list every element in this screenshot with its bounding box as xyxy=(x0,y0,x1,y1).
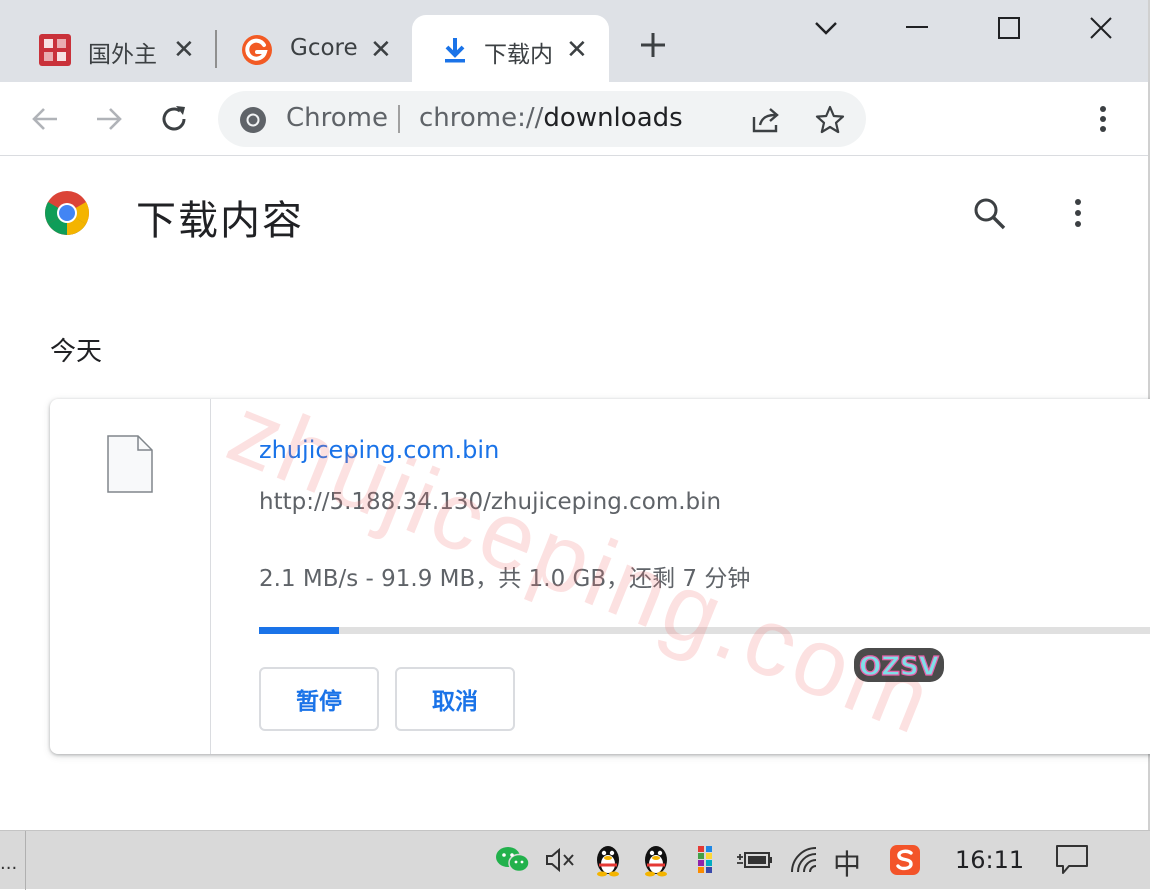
badge-text: OZSV xyxy=(859,652,939,682)
wechat-icon[interactable] xyxy=(495,843,531,877)
cancel-button[interactable]: 取消 xyxy=(395,667,515,731)
card-divider xyxy=(210,399,211,754)
window-close-icon[interactable] xyxy=(1089,16,1113,47)
url-text[interactable]: chrome://downloads xyxy=(419,103,683,133)
battery-charging-icon[interactable] xyxy=(735,843,773,877)
system-taskbar: ... 中 16:11 xyxy=(0,830,1150,890)
address-bar[interactable]: Chrome chrome://downloads xyxy=(218,91,866,147)
wifi-icon[interactable] xyxy=(788,843,820,877)
bookmark-star-icon[interactable] xyxy=(814,104,846,140)
close-icon[interactable]: ✕ xyxy=(173,37,195,63)
tab-downloads[interactable]: 下载内 ✕ xyxy=(412,15,609,82)
volume-muted-icon[interactable] xyxy=(543,843,577,877)
url-scheme: chrome:// xyxy=(419,103,544,133)
page-title: 下载内容 xyxy=(136,198,304,244)
chrome-logo-icon xyxy=(44,190,90,240)
forward-arrow-icon[interactable] xyxy=(92,102,126,136)
close-icon[interactable]: ✕ xyxy=(566,37,588,63)
maximize-icon[interactable] xyxy=(997,16,1021,47)
search-icon[interactable] xyxy=(972,196,1008,236)
omnibox-chip-label: Chrome xyxy=(286,103,388,133)
system-clock[interactable]: 16:11 xyxy=(955,846,1024,874)
new-tab-icon[interactable] xyxy=(638,30,668,66)
close-icon[interactable]: ✕ xyxy=(370,37,392,63)
share-icon[interactable] xyxy=(750,105,782,139)
ozsv-sticker-logo: OZSV xyxy=(852,640,946,690)
back-arrow-icon[interactable] xyxy=(28,102,62,136)
browser-toolbar: Chrome chrome://downloads xyxy=(0,82,1148,156)
taskbar-overflow-dots: ... xyxy=(0,853,18,874)
tab-title: Gcore xyxy=(290,35,358,61)
reload-icon[interactable] xyxy=(157,102,191,136)
ime-mode-indicator[interactable]: 中 xyxy=(833,843,861,883)
browser-menu-icon[interactable] xyxy=(1086,102,1120,136)
url-host: downloads xyxy=(543,103,683,133)
tab-search-chevron-icon[interactable] xyxy=(812,16,840,46)
gcore-favicon xyxy=(240,33,274,67)
notification-center-icon[interactable] xyxy=(1054,843,1090,877)
color-grid-app-icon[interactable] xyxy=(692,843,718,877)
download-icon xyxy=(438,33,472,67)
qq-penguin-icon[interactable] xyxy=(640,843,672,877)
tab-title: 下载内 xyxy=(484,42,553,68)
download-progress-fill xyxy=(259,627,340,634)
date-group-heading: 今天 xyxy=(50,337,103,367)
tab-title: 国外主 xyxy=(88,42,157,68)
omnibox-separator xyxy=(398,105,400,133)
downloads-menu-icon[interactable] xyxy=(1072,196,1084,234)
tab-strip: 国外主 ✕ Gcore ✕ 下载内 ✕ xyxy=(0,0,1148,82)
tab-hosting-site[interactable]: 国外主 ✕ xyxy=(0,15,212,82)
minimize-icon[interactable] xyxy=(905,14,929,45)
taskbar-left-edge[interactable]: ... xyxy=(0,831,26,890)
browser-window: 国外主 ✕ Gcore ✕ 下载内 ✕ Chrome chrome://down… xyxy=(0,0,1150,830)
site-favicon-red xyxy=(38,33,72,67)
tab-gcore[interactable]: Gcore ✕ xyxy=(202,15,412,82)
pause-button[interactable]: 暂停 xyxy=(259,667,379,731)
sogou-input-icon[interactable] xyxy=(888,843,922,877)
qq-penguin-icon[interactable] xyxy=(592,843,624,877)
chrome-logo-icon xyxy=(238,105,268,139)
file-icon xyxy=(106,434,154,498)
